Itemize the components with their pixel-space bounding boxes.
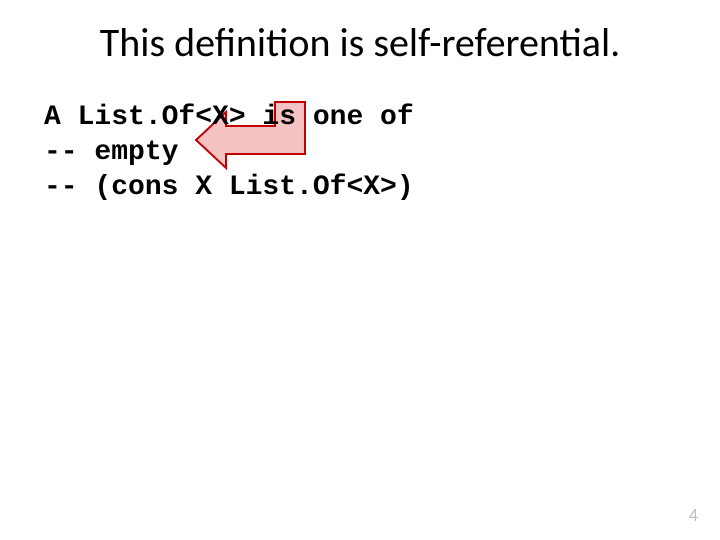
slide: This definition is self-referential. A L… (0, 0, 720, 540)
code-line-2: -- empty (44, 137, 178, 168)
page-number: 4 (689, 504, 698, 526)
code-line-1: A List.Of<X> is one of (44, 102, 414, 133)
code-block: A List.Of<X> is one of -- empty -- (cons… (44, 100, 414, 205)
slide-title: This definition is self-referential. (0, 18, 720, 67)
code-line-3: -- (cons X List.Of<X>) (44, 172, 414, 203)
